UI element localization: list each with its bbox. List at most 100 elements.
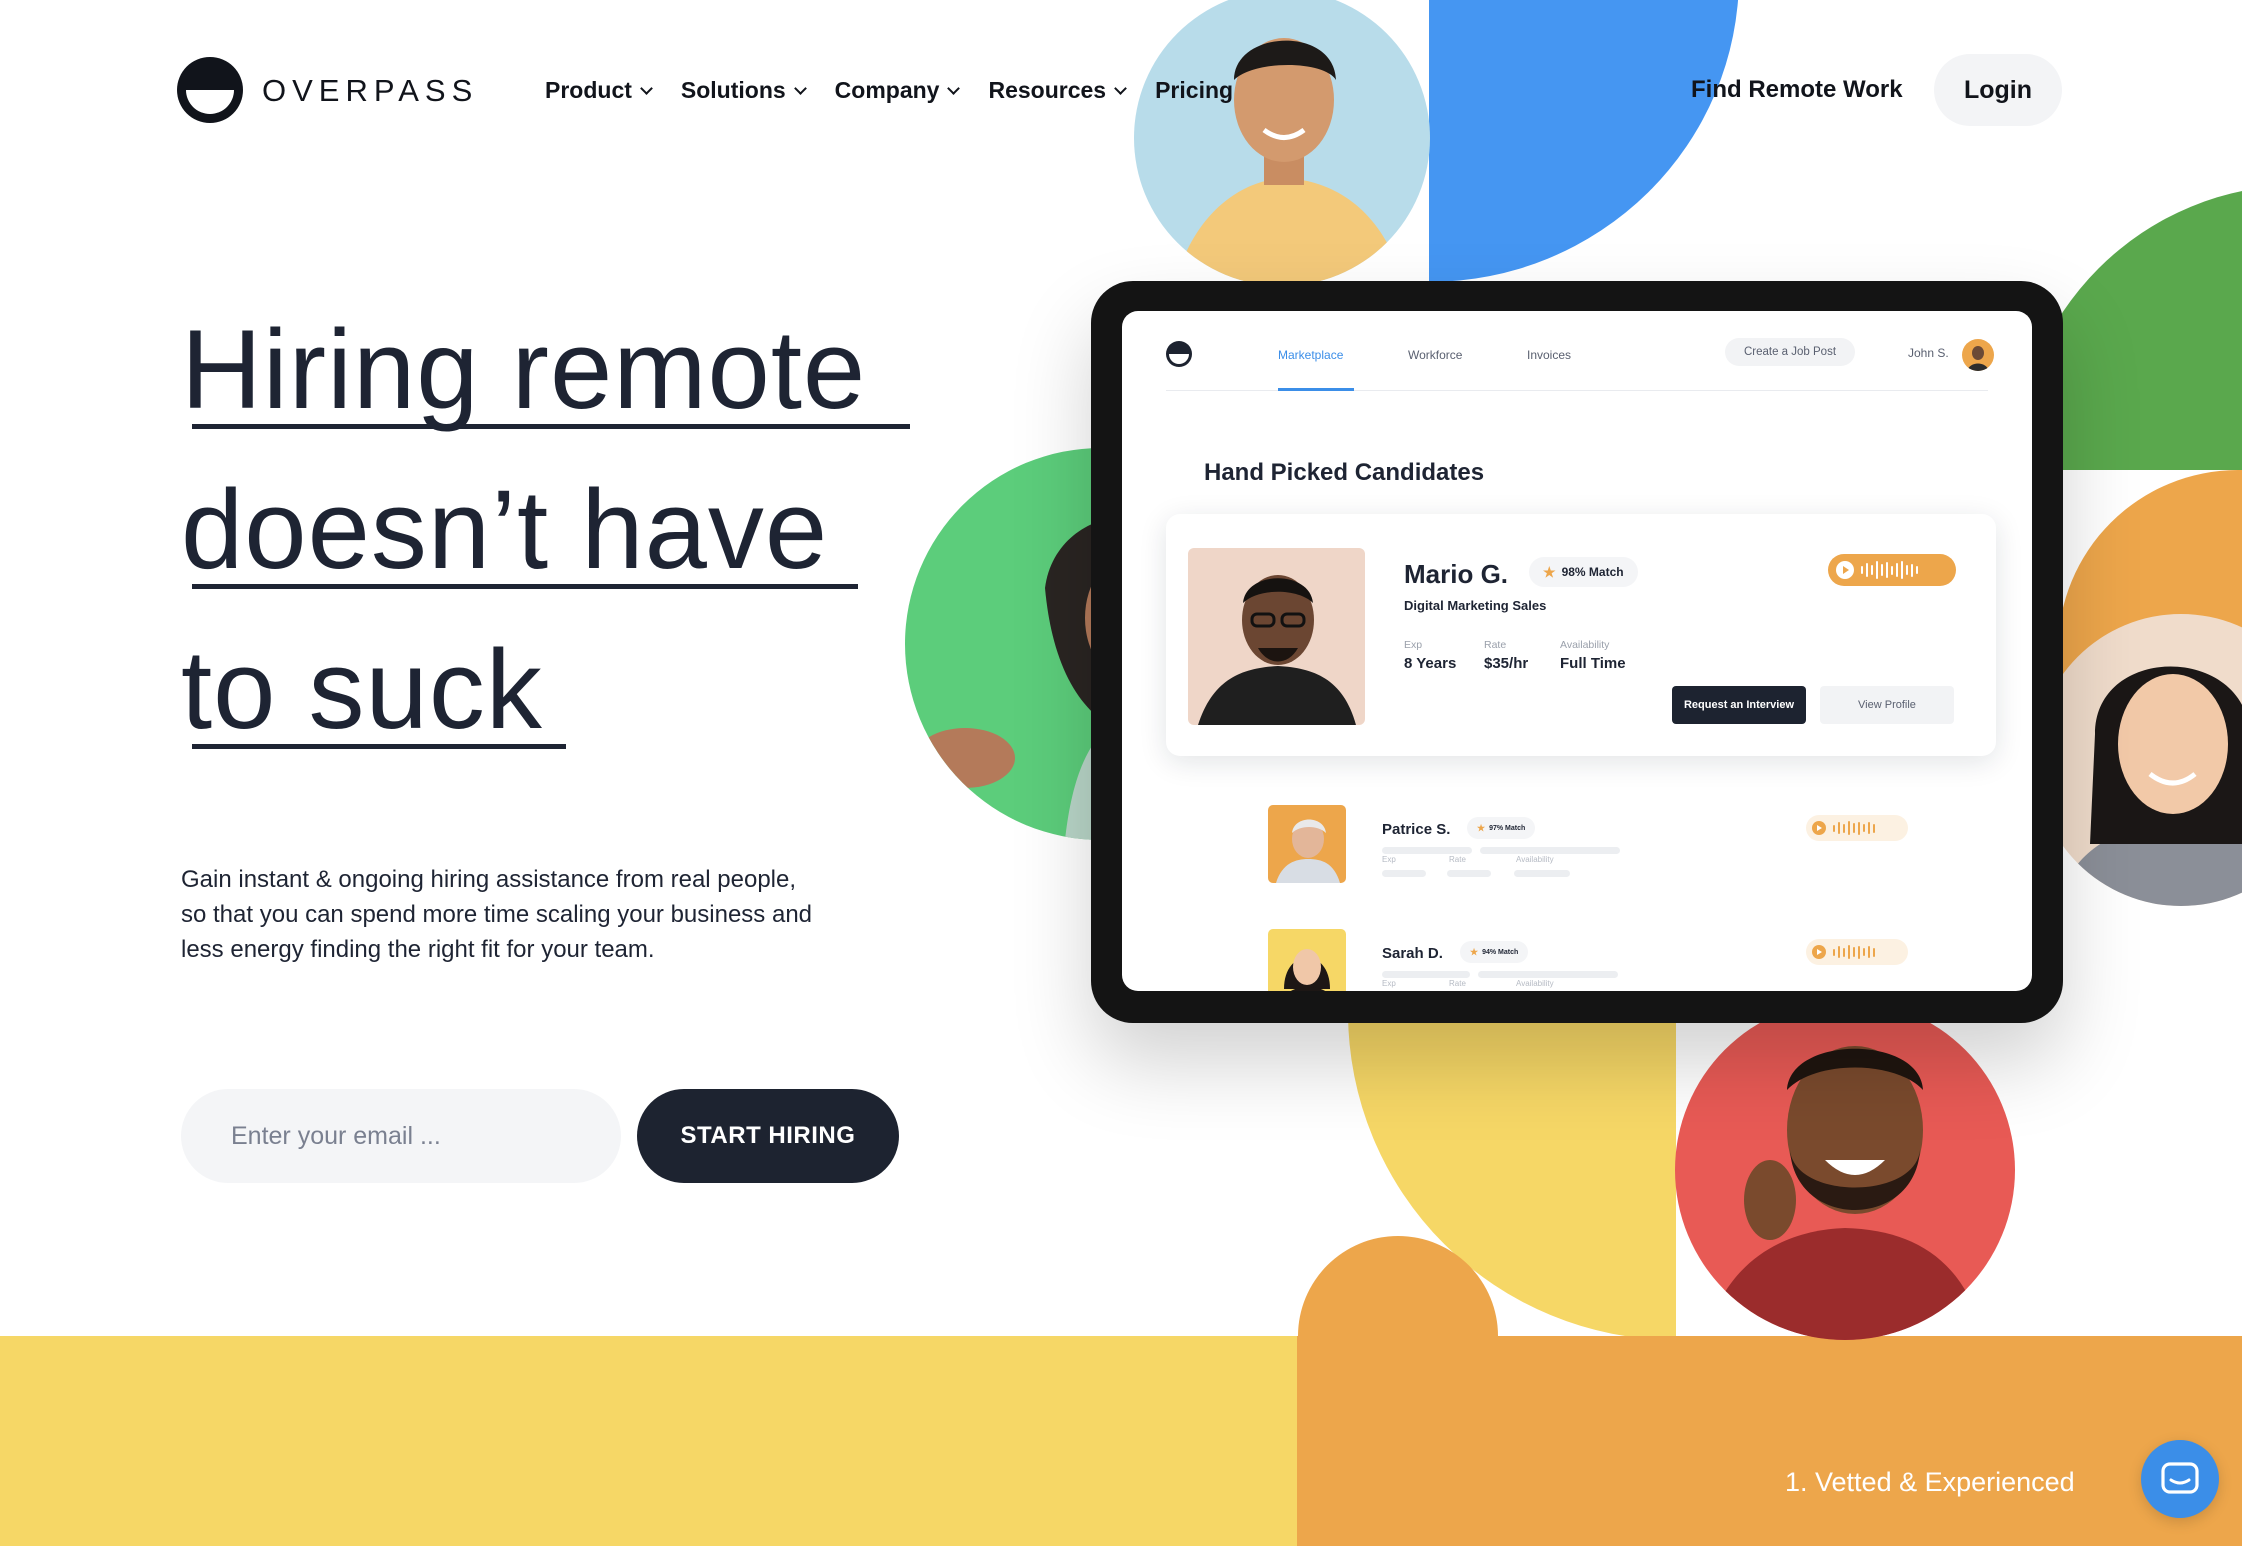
audio-intro-player[interactable] xyxy=(1828,554,1956,586)
list-item[interactable]: Sarah D. ★ 94% Match Exp Rate Availabili… xyxy=(1122,929,2032,991)
chat-icon xyxy=(2161,1462,2199,1494)
nav-item-label: Solutions xyxy=(680,77,786,103)
stat-label: Availability xyxy=(1516,979,1554,988)
chat-launcher-button[interactable] xyxy=(2141,1440,2219,1518)
audio-wave-icon xyxy=(1861,566,1863,574)
avatar-man-red xyxy=(1675,1000,2015,1340)
start-hiring-button[interactable]: START HIRING xyxy=(637,1089,899,1183)
candidate-photo xyxy=(1268,805,1346,883)
tab-marketplace[interactable]: Marketplace xyxy=(1278,348,1343,362)
stat-label: Exp xyxy=(1382,855,1396,864)
chevron-down-icon xyxy=(1114,81,1127,95)
footer-orange-band xyxy=(1297,1336,2242,1546)
app-logo-icon xyxy=(1166,341,1192,367)
headline-underline xyxy=(192,424,910,429)
placeholder-bar xyxy=(1382,971,1470,978)
nav-item-solutions[interactable]: Solutions xyxy=(680,77,807,104)
audio-intro-player[interactable] xyxy=(1806,815,1908,841)
tablet-screen: Marketplace Workforce Invoices Create a … xyxy=(1122,311,2032,991)
active-tab-indicator xyxy=(1278,388,1354,391)
stat-value: Full Time xyxy=(1560,655,1626,672)
audio-intro-player[interactable] xyxy=(1806,939,1908,965)
brand-name[interactable]: OVERPASS xyxy=(262,73,478,109)
blue-decor-shape xyxy=(1429,0,1739,282)
stat-label: Rate xyxy=(1449,855,1466,864)
nav-item-label: Company xyxy=(834,77,940,103)
featured-candidate-card: Mario G. ★ 98% Match Digital Marketing S… xyxy=(1166,514,1996,756)
main-nav: Product Solutions Company Resources Pric… xyxy=(545,77,1263,104)
match-text: 94% Match xyxy=(1482,948,1519,956)
play-icon xyxy=(1812,821,1826,835)
placeholder-bar xyxy=(1447,870,1491,877)
placeholder-bar xyxy=(1480,847,1620,854)
nav-item-label: Product xyxy=(545,77,632,103)
headline-line-text: to suck xyxy=(181,627,543,752)
hero-headline: Hiring remote doesn’t have to suck xyxy=(181,290,961,770)
headline-line-text: Hiring remote xyxy=(181,307,867,432)
stat-value: 8 Years xyxy=(1404,655,1457,672)
stat-label: Availability xyxy=(1516,855,1554,864)
headline-line-text: doesn’t have xyxy=(181,467,829,592)
nav-item-company[interactable]: Company xyxy=(834,77,961,104)
avatar-man-yellow-shirt xyxy=(1134,0,1430,286)
user-name: John S. xyxy=(1908,346,1949,360)
audio-wave-icon xyxy=(1833,948,1835,956)
find-remote-work-link[interactable]: Find Remote Work xyxy=(1691,76,1903,104)
match-badge: ★ 98% Match xyxy=(1529,557,1638,587)
stat-label: Rate xyxy=(1449,979,1466,988)
chevron-down-icon xyxy=(947,81,961,95)
stat-label: Exp xyxy=(1404,639,1423,651)
nav-item-product[interactable]: Product xyxy=(545,77,653,104)
match-badge: ★ 97% Match xyxy=(1467,817,1536,839)
user-avatar[interactable] xyxy=(1962,339,1994,371)
overpass-logo-icon[interactable] xyxy=(177,57,243,123)
placeholder-bar xyxy=(1514,870,1570,877)
play-icon xyxy=(1836,561,1854,579)
chevron-down-icon xyxy=(793,81,807,95)
headline-underline xyxy=(192,744,566,749)
stat-label: Rate xyxy=(1484,639,1507,651)
section-title: Hand Picked Candidates xyxy=(1204,459,1485,486)
star-icon: ★ xyxy=(1543,563,1556,580)
audio-wave-icon xyxy=(1833,824,1835,832)
stat-value: $35/hr xyxy=(1484,655,1529,672)
star-icon: ★ xyxy=(1470,946,1479,957)
hero-subtext: Gain instant & ongoing hiring assistance… xyxy=(181,866,813,963)
view-profile-button[interactable]: View Profile xyxy=(1820,686,1954,724)
create-job-post-button[interactable]: Create a Job Post xyxy=(1725,338,1855,366)
candidate-photo xyxy=(1268,929,1346,991)
nav-item-label: Pricing xyxy=(1155,77,1234,103)
placeholder-bar xyxy=(1382,870,1426,877)
list-item[interactable]: Patrice S. ★ 97% Match Exp Rate Availabi… xyxy=(1122,805,2032,895)
headline-line: doesn’t have xyxy=(181,450,961,610)
nav-item-pricing[interactable]: Pricing xyxy=(1155,77,1233,104)
candidate-role: Digital Marketing Sales xyxy=(1404,598,1547,613)
stat-label: Exp xyxy=(1382,979,1396,988)
headline-line: Hiring remote xyxy=(181,290,961,450)
chevron-down-icon xyxy=(640,81,653,95)
request-interview-button[interactable]: Request an Interview xyxy=(1672,686,1806,724)
play-icon xyxy=(1812,945,1826,959)
footer-yellow-band xyxy=(0,1336,1297,1546)
headline-line: to suck xyxy=(181,610,961,770)
tablet-mockup: Marketplace Workforce Invoices Create a … xyxy=(1091,281,2063,1023)
placeholder-bar xyxy=(1382,847,1472,854)
nav-item-label: Resources xyxy=(988,77,1107,103)
feature-label[interactable]: 1. Vetted & Experienced xyxy=(1785,1467,2075,1498)
tab-invoices[interactable]: Invoices xyxy=(1527,348,1571,362)
star-icon: ★ xyxy=(1477,822,1486,833)
candidate-name: Sarah D. xyxy=(1382,945,1443,962)
candidate-name: Patrice S. xyxy=(1382,821,1451,838)
nav-item-resources[interactable]: Resources xyxy=(988,77,1127,104)
stat-label: Availability xyxy=(1560,639,1610,651)
email-input[interactable] xyxy=(181,1089,621,1183)
match-text: 98% Match xyxy=(1561,565,1624,579)
match-text: 97% Match xyxy=(1489,824,1526,832)
match-badge: ★ 94% Match xyxy=(1460,941,1529,963)
tab-workforce[interactable]: Workforce xyxy=(1408,348,1462,362)
login-button[interactable]: Login xyxy=(1934,54,2062,126)
candidate-name: Mario G. xyxy=(1404,559,1509,589)
placeholder-bar xyxy=(1478,971,1618,978)
candidate-photo xyxy=(1188,548,1365,725)
headline-underline xyxy=(192,584,858,589)
